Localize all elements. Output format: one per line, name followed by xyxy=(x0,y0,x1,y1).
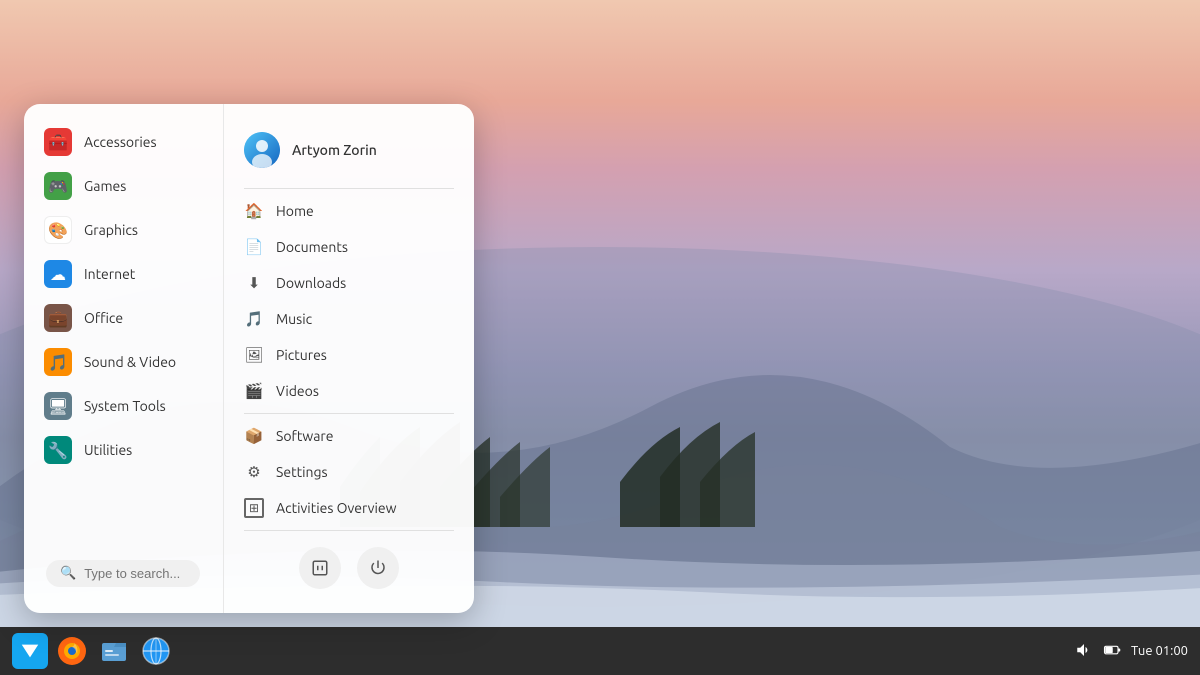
suspend-button[interactable] xyxy=(299,547,341,589)
menu-right-panel: Artyom Zorin 🏠 Home 📄 Documents ⬇ Downlo… xyxy=(224,104,474,613)
menu-item-graphics[interactable]: 🎨 Graphics xyxy=(24,208,223,252)
menu-item-documents[interactable]: 📄 Documents xyxy=(224,229,474,265)
home-label: Home xyxy=(276,203,314,219)
music-icon: 🎵 xyxy=(244,309,264,329)
menu-item-games[interactable]: 🎮 Games xyxy=(24,164,223,208)
menu-item-settings[interactable]: ⚙ Settings xyxy=(224,454,474,490)
utilities-icon: 🔧 xyxy=(44,436,72,464)
browser-icon[interactable] xyxy=(138,633,174,669)
pictures-icon: 🖼 xyxy=(244,345,264,365)
internet-label: Internet xyxy=(84,266,135,282)
action-buttons-row xyxy=(224,535,474,597)
menu-item-activities[interactable]: ⊞ Activities Overview xyxy=(224,490,474,526)
documents-label: Documents xyxy=(276,239,348,255)
pictures-label: Pictures xyxy=(276,347,327,363)
menu-item-office[interactable]: 💼 Office xyxy=(24,296,223,340)
downloads-icon: ⬇ xyxy=(244,273,264,293)
divider-2 xyxy=(244,413,454,414)
utilities-label: Utilities xyxy=(84,442,132,458)
office-icon: 💼 xyxy=(44,304,72,332)
taskbar-time: Tue 01:00 xyxy=(1131,644,1188,658)
menu-item-home[interactable]: 🏠 Home xyxy=(224,193,474,229)
documents-icon: 📄 xyxy=(244,237,264,257)
menu-item-music[interactable]: 🎵 Music xyxy=(224,301,474,337)
software-label: Software xyxy=(276,428,333,444)
games-label: Games xyxy=(84,178,126,194)
taskbar-left xyxy=(12,633,174,669)
battery-icon[interactable] xyxy=(1103,641,1121,662)
software-icon: 📦 xyxy=(244,426,264,446)
start-menu: 🧰 Accessories 🎮 Games 🎨 Graphics ☁ Inter… xyxy=(24,104,474,613)
menu-item-sound-video[interactable]: 🎵 Sound & Video xyxy=(24,340,223,384)
menu-item-accessories[interactable]: 🧰 Accessories xyxy=(24,120,223,164)
user-name: Artyom Zorin xyxy=(292,142,377,158)
graphics-label: Graphics xyxy=(84,222,138,238)
accessories-label: Accessories xyxy=(84,134,157,150)
menu-left-panel: 🧰 Accessories 🎮 Games 🎨 Graphics ☁ Inter… xyxy=(24,104,224,613)
taskbar-right: Tue 01:00 xyxy=(1075,641,1188,662)
menu-item-downloads[interactable]: ⬇ Downloads xyxy=(224,265,474,301)
search-icon: 🔍 xyxy=(60,566,76,581)
internet-icon: ☁ xyxy=(44,260,72,288)
search-input[interactable] xyxy=(84,566,186,581)
volume-icon[interactable] xyxy=(1075,641,1093,662)
menu-item-system-tools[interactable]: 🖥 System Tools xyxy=(24,384,223,428)
menu-item-videos[interactable]: 🎬 Videos xyxy=(224,373,474,409)
activities-label: Activities Overview xyxy=(276,500,396,516)
search-bar[interactable]: 🔍 xyxy=(46,560,200,587)
settings-icon: ⚙ xyxy=(244,462,264,482)
firefox-icon[interactable] xyxy=(54,633,90,669)
menu-item-internet[interactable]: ☁ Internet xyxy=(24,252,223,296)
menu-item-utilities[interactable]: 🔧 Utilities xyxy=(24,428,223,472)
office-label: Office xyxy=(84,310,123,326)
power-button[interactable] xyxy=(357,547,399,589)
divider-1 xyxy=(244,188,454,189)
activities-icon: ⊞ xyxy=(244,498,264,518)
menu-item-software[interactable]: 📦 Software xyxy=(224,418,474,454)
system-tools-label: System Tools xyxy=(84,398,166,414)
files-icon[interactable] xyxy=(96,633,132,669)
videos-icon: 🎬 xyxy=(244,381,264,401)
sound-video-label: Sound & Video xyxy=(84,354,176,370)
sound-video-icon: 🎵 xyxy=(44,348,72,376)
divider-3 xyxy=(244,530,454,531)
menu-item-pictures[interactable]: 🖼 Pictures xyxy=(224,337,474,373)
home-icon: 🏠 xyxy=(244,201,264,221)
system-tools-icon: 🖥 xyxy=(44,392,72,420)
music-label: Music xyxy=(276,311,312,327)
taskbar: Tue 01:00 xyxy=(0,627,1200,675)
accessories-icon: 🧰 xyxy=(44,128,72,156)
user-section[interactable]: Artyom Zorin xyxy=(224,120,474,184)
settings-label: Settings xyxy=(276,464,328,480)
games-icon: 🎮 xyxy=(44,172,72,200)
downloads-label: Downloads xyxy=(276,275,346,291)
avatar xyxy=(244,132,280,168)
zorin-menu-button[interactable] xyxy=(12,633,48,669)
videos-label: Videos xyxy=(276,383,319,399)
graphics-icon: 🎨 xyxy=(44,216,72,244)
